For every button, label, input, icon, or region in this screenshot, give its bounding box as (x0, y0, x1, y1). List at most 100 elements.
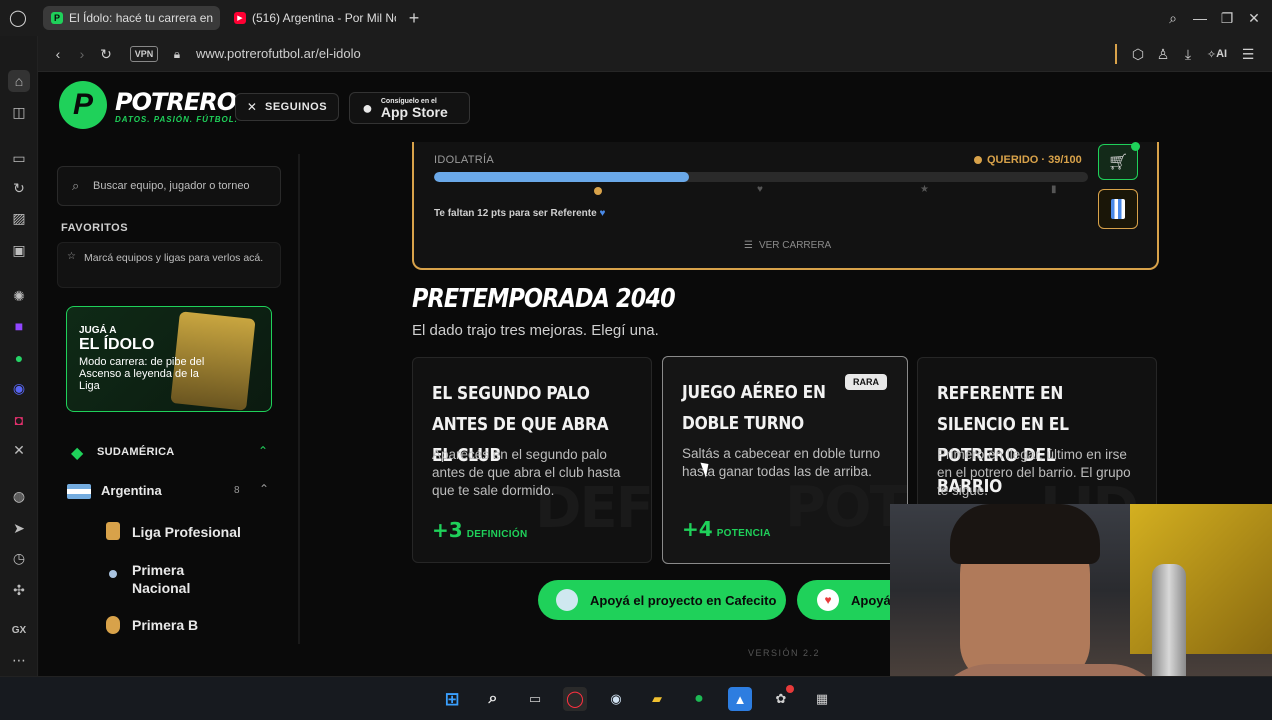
new-tab-button[interactable]: + (404, 8, 424, 28)
windows-start-icon[interactable]: ⊞ (440, 687, 464, 711)
potrero-favicon-icon: P (51, 12, 63, 24)
x-icon[interactable]: ✕ (9, 440, 29, 460)
apple-icon: ● (362, 97, 373, 118)
m-icon[interactable]: ▣ (9, 240, 29, 260)
instagram-icon[interactable]: ◘ (9, 410, 29, 430)
logo-tagline: DATOS. PASIÓN. FÚTBOL. (115, 115, 238, 124)
whatsapp-icon[interactable]: ● (9, 348, 29, 368)
spotify-icon[interactable]: ◍ (9, 486, 29, 506)
favorites-title: FAVORITOS (61, 222, 129, 234)
home-icon[interactable]: ⌂ (8, 70, 30, 92)
send-icon[interactable]: ➤ (9, 518, 29, 538)
spotify-taskbar-icon[interactable]: ● (687, 687, 711, 711)
country-count: 8 (234, 485, 240, 496)
country-argentina[interactable]: Argentina (101, 483, 162, 498)
photos-icon[interactable]: ▲ (728, 687, 752, 711)
cafecito-icon (556, 589, 578, 611)
search-taskbar-icon[interactable]: ⌕ (481, 687, 505, 711)
idolatria-bar (434, 172, 1088, 182)
heart-icon: ♥ (817, 589, 839, 611)
idolatria-bar-fill (434, 172, 690, 182)
card-body: Primero en llegar, último en irse en el … (937, 447, 1131, 498)
taskbar: ⊞ ⌕ ▭ ◯ ◉ ▰ ● ▲ ✿ ▦ (0, 676, 1272, 720)
browser-sidebar: ⌂ ◫ ▭ ↻ ▨ ▣ ✺ ■ ● ◉ ◘ ✕ ◍ ➤ ◷ ✣ GX ⋯ (0, 36, 38, 676)
menu-icon[interactable]: ☰ (1238, 44, 1258, 64)
upgrade-card-1[interactable]: DEF El segundo palo antes de que abra el… (412, 357, 652, 563)
el-idolo-promo[interactable]: JUGÁ A EL ÍDOLO Modo carrera: de pibe de… (66, 306, 272, 412)
liga-profesional-icon (106, 522, 120, 540)
list-icon: ☰ (744, 240, 753, 251)
tab-youtube[interactable]: ▶ (516) Argentina - Por Mil No (226, 6, 396, 30)
history-icon[interactable]: ◷ (9, 548, 29, 568)
idolatria-status: QUERIDO · 39/100 (974, 154, 1082, 166)
calculator-icon[interactable]: ▦ (810, 687, 834, 711)
opera-gx-icon[interactable]: ◯ (563, 687, 587, 711)
file-explorer-icon[interactable]: ▰ (645, 687, 669, 711)
ai-button[interactable]: ✧ AI (1203, 44, 1231, 64)
jersey-icon (1111, 199, 1125, 219)
gx-icon[interactable]: GX (9, 620, 29, 640)
vpn-badge[interactable]: VPN (130, 46, 158, 62)
appstore-button[interactable]: ● Consíguelo en el App Store (349, 92, 470, 124)
task-view-icon[interactable]: ▭ (523, 687, 547, 711)
chevron-up-icon[interactable]: ⌃ (258, 444, 268, 458)
card-body: Saltás a cabecear en doble turno hasta g… (682, 446, 881, 479)
potrero-logo-icon[interactable]: P (59, 81, 107, 129)
promo-body: Modo carrera: de pibe del Ascenso a leye… (79, 356, 205, 392)
search-box[interactable]: ⌕ Buscar equipo, jugador o torneo (57, 166, 281, 206)
ver-carrera-link[interactable]: ☰ VER CARRERA (744, 240, 831, 251)
region-sudamerica[interactable]: SUDAMÉRICA (97, 446, 175, 458)
primera-b-icon (106, 616, 120, 634)
idolatria-status-text: QUERIDO · 39/100 (987, 154, 1082, 166)
youtube-favicon-icon: ▶ (234, 12, 246, 24)
refresh-circle-icon[interactable]: ↻ (9, 178, 29, 198)
idolatria-hint: Te faltan 12 pts para ser Referente ♥ (434, 208, 605, 219)
league-primera-nacional[interactable]: Primera Nacional (132, 561, 212, 597)
x-logo-icon: ✕ (246, 100, 257, 114)
forward-icon[interactable]: › (72, 44, 92, 64)
extensions-icon[interactable]: ✣ (9, 580, 29, 600)
title-bar: ◯ P El Ídolo: hacé tu carrera en ▶ (516)… (0, 0, 1272, 36)
twitch-icon[interactable]: ■ (9, 316, 29, 336)
opera-logo-icon[interactable]: ◯ (8, 8, 28, 28)
chevron-up-icon[interactable]: ⌃ (259, 482, 269, 496)
cafecito-button[interactable]: Apoyá el proyecto en Cafecito (538, 580, 786, 620)
search-tabs-icon[interactable]: ⌕ (1163, 8, 1183, 28)
ai-label: AI (1216, 48, 1228, 60)
back-icon[interactable]: ‹ (48, 44, 68, 64)
download-icon[interactable]: ⤓ (1178, 44, 1198, 64)
card-bonus-stat: DEFINICIÓN (466, 529, 528, 540)
league-primera-b[interactable]: Primera B (132, 617, 198, 633)
reload-icon[interactable]: ↻ (96, 44, 116, 64)
upgrade-card-2[interactable]: POT Juego aéreo en doble turno RARA Salt… (662, 356, 908, 564)
package-icon[interactable]: ⬡ (1128, 44, 1148, 64)
tab-el-idolo[interactable]: P El Ídolo: hacé tu carrera en (43, 6, 220, 30)
close-icon[interactable]: ✕ (1244, 8, 1264, 28)
left-scroll-track[interactable] (298, 154, 300, 644)
search-input[interactable]: Buscar equipo, jugador o torneo (93, 180, 250, 192)
argentina-flag-icon (67, 484, 91, 499)
controller-icon[interactable]: ▭ (9, 148, 29, 168)
chatgpt-icon[interactable]: ✺ (9, 286, 29, 306)
steam-icon[interactable]: ◉ (604, 687, 628, 711)
logo-name[interactable]: POTRERO (115, 88, 237, 116)
discord-icon[interactable]: ◉ (9, 378, 29, 398)
url-field[interactable]: www.potrerofutbol.ar/el-idolo (196, 46, 361, 61)
card-bonus-value: +4 (682, 517, 713, 541)
league-liga-profesional[interactable]: Liga Profesional (132, 524, 241, 540)
minimize-icon[interactable]: — (1190, 8, 1210, 28)
follow-button[interactable]: ✕ SEGUINOS (235, 93, 339, 121)
jersey-button[interactable] (1098, 189, 1138, 229)
follow-label: SEGUINOS (264, 101, 328, 113)
favorites-empty: ☆ Marcá equipos y ligas para verlos acá. (57, 242, 281, 288)
maximize-icon[interactable]: ❐ (1217, 8, 1237, 28)
profile-icon[interactable]: ♙ (1153, 44, 1173, 64)
tab-title: El Ídolo: hacé tu carrera en (69, 11, 214, 25)
editor-icon[interactable]: ▨ (9, 208, 29, 228)
promo-kicker: JUGÁ A (79, 325, 117, 336)
primera-nacional-icon (109, 570, 117, 578)
tab-title: (516) Argentina - Por Mil No (252, 11, 396, 25)
more-icon[interactable]: ⋯ (9, 650, 29, 670)
divider (1115, 44, 1117, 64)
gamepad-icon[interactable]: ◫ (9, 102, 29, 122)
